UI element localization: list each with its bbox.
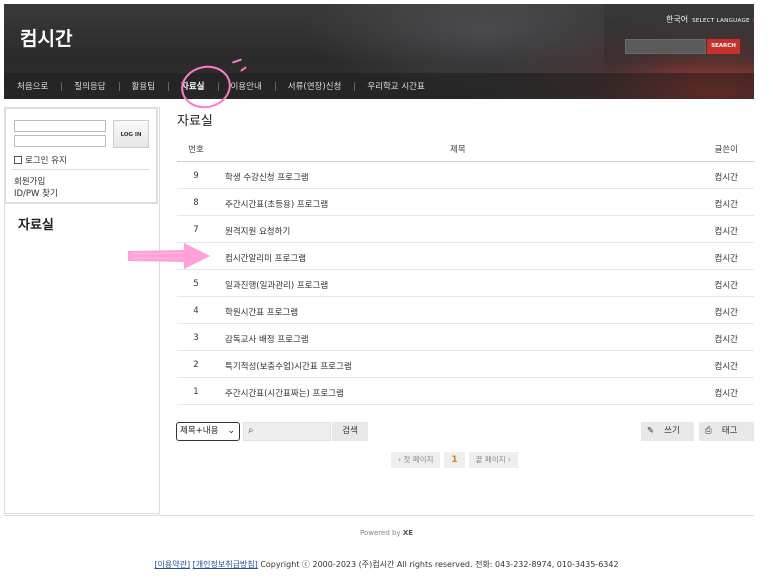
footer-divider	[4, 515, 754, 516]
row-author: 컴시간	[714, 335, 738, 345]
keep-login[interactable]: 로그인 유지	[14, 154, 67, 166]
search-icon: ⌕	[248, 425, 254, 436]
nav-item-application[interactable]: 서류(연장)신청	[274, 80, 355, 92]
find-account-link[interactable]: ID/PW 찾기	[14, 187, 58, 199]
annotation-arrow-icon	[128, 243, 210, 269]
language-dropdown-icon[interactable]: ›	[752, 15, 755, 24]
table-row[interactable]: 2 특기적성(보충수업)시간표 프로그램 컴시간	[177, 351, 754, 378]
site-logo[interactable]: 컴시간	[20, 24, 72, 51]
divider	[12, 169, 150, 170]
current-page[interactable]: 1	[444, 452, 465, 468]
row-title-link[interactable]: 원격지원 요청하기	[225, 225, 290, 237]
row-author: 컴시간	[714, 308, 738, 318]
sidebar-title: 자료실	[18, 218, 54, 233]
row-title-link[interactable]: 학생 수강신청 프로그램	[225, 171, 309, 183]
column-title: 제목	[450, 145, 466, 155]
row-title-link[interactable]: 주간시간표(초등용) 프로그램	[225, 198, 328, 210]
search-target-value: 제목+내용	[180, 426, 219, 436]
column-author: 글쓴이	[714, 145, 738, 155]
last-page-link[interactable]: 끝 페이지 ›	[468, 452, 519, 468]
table-row[interactable]: 8 주간시간표(초등용) 프로그램 컴시간	[177, 189, 754, 216]
table-row[interactable]: 5 일과진행(일과관리) 프로그램 컴시간	[177, 270, 754, 297]
site-search-input[interactable]	[625, 39, 706, 54]
chevron-down-icon: ⌄	[227, 426, 235, 436]
keep-login-label: 로그인 유지	[25, 156, 67, 166]
pencil-icon: ✎	[647, 426, 655, 436]
pagination: ‹ 첫 페이지 1 끝 페이지 ›	[391, 452, 519, 468]
table-row[interactable]: 컴시간알리미 프로그램 컴시간	[177, 243, 754, 270]
tag-button-label: 태그	[721, 426, 738, 436]
table-row[interactable]: 3 감독교사 배정 프로그램 컴시간	[177, 324, 754, 351]
board-search-input[interactable]: ⌕	[243, 422, 331, 441]
nav-item-school-timetable[interactable]: 우리학교 시간표	[354, 80, 437, 92]
nav-item-tips[interactable]: 활용팁	[118, 80, 168, 92]
language-selector[interactable]: 한국어 SELECT LANGUAGE ›	[666, 14, 755, 25]
login-button[interactable]: LOG IN	[113, 120, 149, 148]
copyright-text: Copyright ⓒ 2000-2023 (주)컴시간 All rights …	[260, 560, 619, 569]
user-id-input[interactable]	[14, 120, 106, 132]
site-footer: [이용약관] [개인정보취급방침] Copyright ⓒ 2000-2023 …	[0, 559, 773, 570]
privacy-link[interactable]: [개인정보취급방침]	[193, 560, 258, 569]
row-title-link[interactable]: 주간시간표(시간표짜는) 프로그램	[225, 387, 344, 399]
row-author: 컴시간	[714, 173, 738, 183]
row-title-link[interactable]: 특기적성(보충수업)시간표 프로그램	[225, 360, 352, 372]
row-title-link[interactable]: 일과진행(일과관리) 프로그램	[225, 279, 328, 291]
row-number: 3	[193, 333, 199, 343]
table-row[interactable]: 7 원격지원 요청하기 컴시간	[177, 216, 754, 243]
first-page-link[interactable]: ‹ 첫 페이지	[391, 452, 441, 468]
row-number: 7	[193, 225, 199, 235]
row-title-link[interactable]: 감독교사 배정 프로그램	[225, 333, 309, 345]
row-number: 1	[193, 387, 199, 397]
search-target-select[interactable]: 제목+내용 ⌄	[176, 422, 240, 441]
row-author: 컴시간	[714, 200, 738, 210]
board-search-bar: 제목+내용 ⌄ ⌕ 검색 ✎ 쓰기 ⎙ 태그	[176, 422, 754, 442]
tag-button[interactable]: ⎙ 태그	[699, 422, 754, 441]
powered-by-label: Powered by	[360, 529, 401, 537]
table-row[interactable]: 4 학원시간표 프로그램 컴시간	[177, 297, 754, 324]
write-button[interactable]: ✎ 쓰기	[641, 422, 694, 441]
row-number: 5	[193, 279, 199, 289]
table-row[interactable]: 1 주간시간표(시간표짜는) 프로그램 컴시간	[177, 378, 754, 405]
select-language-label[interactable]: SELECT LANGUAGE	[692, 18, 750, 24]
row-number: 9	[193, 171, 199, 181]
current-language[interactable]: 한국어	[666, 15, 688, 24]
signup-link[interactable]: 회원가입	[14, 175, 45, 187]
main-navigation: 처음으로 질의응답 활용팁 자료실 이용안내 서류(연장)신청 우리학교 시간표	[4, 73, 754, 99]
table-header: 번호 제목 글쓴이	[177, 135, 754, 162]
nav-item-qna[interactable]: 질의응답	[61, 80, 118, 92]
row-author: 컴시간	[714, 227, 738, 237]
row-title-link[interactable]: 학원시간표 프로그램	[225, 306, 298, 318]
powered-by: Powered by XE	[0, 529, 773, 537]
powered-by-brand[interactable]: XE	[403, 529, 413, 537]
write-button-label: 쓰기	[664, 426, 680, 436]
login-box: LOG IN 로그인 유지 회원가입 ID/PW 찾기	[4, 107, 158, 204]
row-number: 8	[193, 198, 199, 208]
column-number: 번호	[188, 145, 204, 155]
nav-item-home[interactable]: 처음으로	[4, 80, 61, 92]
row-author: 컴시간	[714, 281, 738, 291]
table-row[interactable]: 9 학생 수강신청 프로그램 컴시간	[177, 162, 754, 189]
row-author: 컴시간	[714, 362, 738, 372]
tag-icon: ⎙	[705, 426, 712, 436]
row-author: 컴시간	[714, 254, 738, 264]
row-title-link[interactable]: 컴시간알리미 프로그램	[225, 252, 306, 264]
board-table: 번호 제목 글쓴이 9 학생 수강신청 프로그램 컴시간 8 주간시간표(초등용) 프…	[177, 135, 754, 405]
page-title: 자료실	[177, 114, 213, 129]
site-search-button[interactable]: SEARCH	[707, 39, 740, 54]
terms-link[interactable]: [이용약관]	[154, 560, 190, 569]
row-number: 2	[193, 360, 199, 370]
row-number: 4	[193, 306, 199, 316]
board-search-button[interactable]: 검색	[332, 422, 368, 441]
row-author: 컴시간	[714, 389, 738, 399]
keep-login-checkbox[interactable]	[14, 156, 22, 164]
password-input[interactable]	[14, 135, 106, 147]
